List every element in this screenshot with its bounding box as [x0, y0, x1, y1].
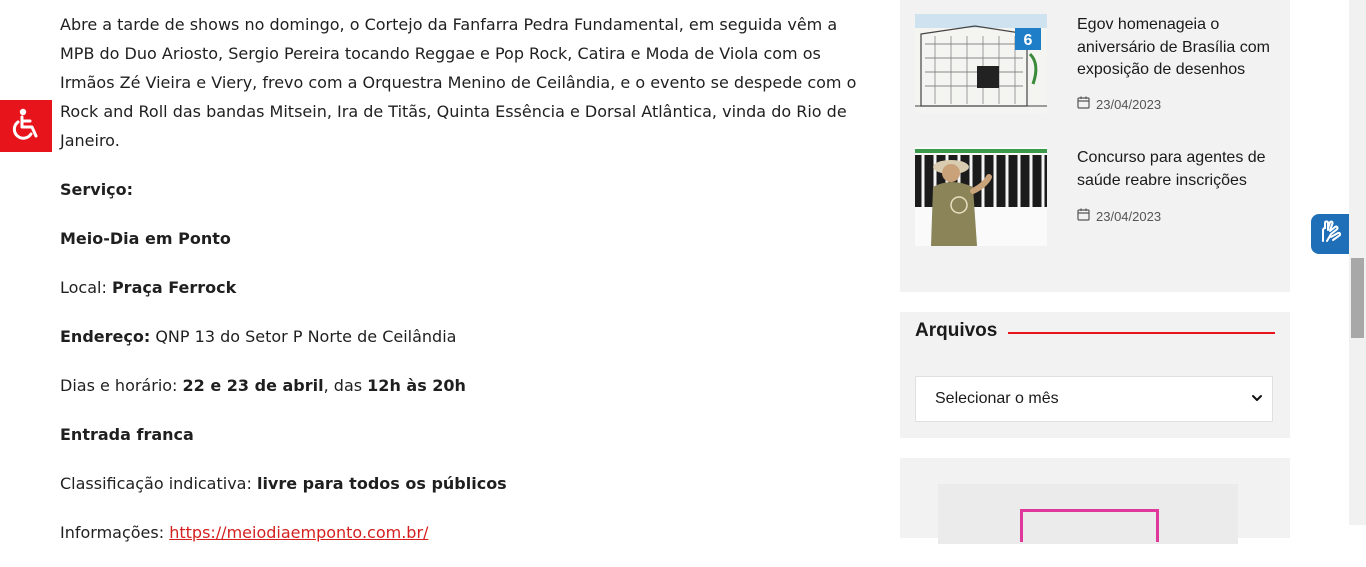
- banner-widget: [900, 458, 1290, 544]
- recent-post-title[interactable]: Concurso para agentes de saúde reabre in…: [1077, 147, 1277, 192]
- event-address: Endereço: QNP 13 do Setor P Norte de Cei…: [60, 327, 457, 346]
- event-info: Informações: https://meiodiaemponto.com.…: [60, 523, 429, 542]
- archives-widget: Arquivos Selecionar o mês: [900, 312, 1290, 438]
- calendar-icon: [1077, 96, 1090, 112]
- article-paragraph: Abre a tarde de shows no domingo, o Cort…: [60, 15, 857, 150]
- event-location: Local: Praça Ferrock: [60, 278, 237, 297]
- recent-post-date: 23/04/2023: [1077, 208, 1161, 224]
- chevron-down-icon: [1250, 391, 1264, 410]
- article-body: Abre a tarde de shows no domingo, o Cort…: [60, 10, 860, 567]
- info-link[interactable]: https://meiodiaemponto.com.br/: [169, 523, 428, 542]
- accessibility-button[interactable]: [0, 100, 52, 152]
- sign-language-hands-icon: [1317, 219, 1343, 249]
- wheelchair-icon: [9, 107, 43, 145]
- event-entry: Entrada franca: [60, 425, 194, 444]
- select-value: Selecionar o mês: [935, 390, 1059, 407]
- calendar-icon: [1077, 208, 1090, 224]
- banner-image[interactable]: [938, 484, 1238, 544]
- archives-title: Arquivos: [915, 320, 998, 341]
- event-schedule: Dias e horário: 22 e 23 de abril, das 12…: [60, 376, 466, 395]
- svg-text:6: 6: [1024, 32, 1033, 49]
- scrollbar-thumb[interactable]: [1351, 258, 1364, 338]
- event-rating: Classificação indicativa: livre para tod…: [60, 474, 507, 493]
- recent-post-title[interactable]: Egov homenageia o aniversário de Brasíli…: [1077, 14, 1277, 82]
- banner-frame: [1020, 509, 1159, 542]
- archives-month-select[interactable]: Selecionar o mês: [915, 376, 1273, 422]
- libras-button[interactable]: [1311, 214, 1349, 254]
- recent-post[interactable]: Concurso para agentes de saúde reabre in…: [915, 147, 1275, 247]
- page-scrollbar[interactable]: [1349, 0, 1366, 525]
- recent-post[interactable]: 6 Egov homenageia o aniversário de Brasí…: [915, 14, 1275, 114]
- sketch-building-thumbnail[interactable]: 6: [915, 14, 1047, 113]
- event-name: Meio-Dia em Ponto: [60, 229, 231, 248]
- service-heading: Serviço:: [60, 180, 134, 199]
- title-divider: [1008, 332, 1275, 334]
- health-agent-thumbnail[interactable]: [915, 147, 1047, 246]
- recent-post-date: 23/04/2023: [1077, 96, 1161, 112]
- recent-posts-widget: 6 Egov homenageia o aniversário de Brasí…: [900, 0, 1290, 292]
